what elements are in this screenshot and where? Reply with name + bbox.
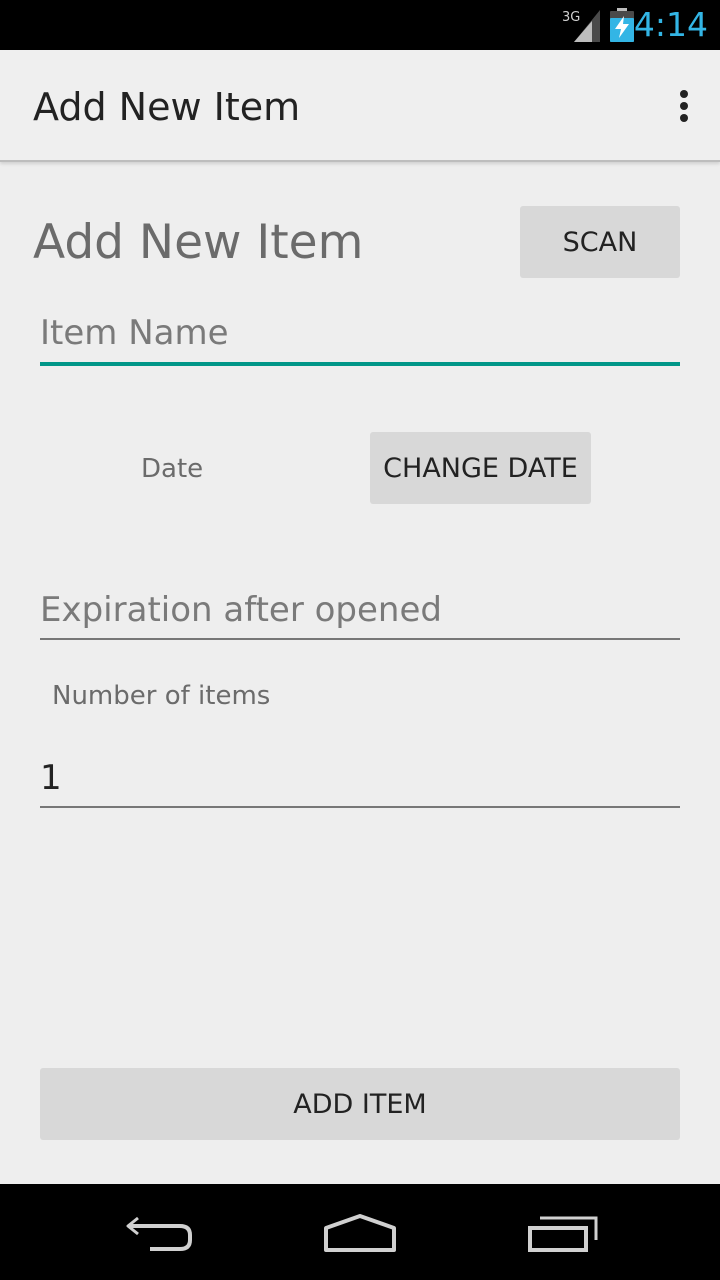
add-item-button[interactable]: ADD ITEM xyxy=(40,1068,680,1140)
system-nav-bar xyxy=(0,1184,720,1280)
item-count-label: Number of items xyxy=(52,681,271,711)
scan-button[interactable]: SCAN xyxy=(520,206,680,278)
change-date-button[interactable]: CHANGE DATE xyxy=(370,432,591,504)
back-icon[interactable] xyxy=(120,1204,200,1260)
action-bar-title: Add New Item xyxy=(33,85,301,129)
expiration-input[interactable] xyxy=(40,588,680,640)
recents-icon[interactable] xyxy=(522,1204,602,1260)
network-type-label: 3G xyxy=(562,10,580,25)
overflow-menu-icon[interactable] xyxy=(664,84,704,128)
page-title: Add New Item xyxy=(33,215,364,270)
battery-charging-icon xyxy=(610,8,634,42)
signal-icon: 3G xyxy=(562,10,600,42)
item-count-input[interactable] xyxy=(40,756,680,808)
status-bar: 3G 4:14 xyxy=(0,0,720,50)
status-clock: 4:14 xyxy=(633,5,708,44)
home-icon[interactable] xyxy=(320,1204,400,1260)
action-bar: Add New Item xyxy=(0,50,720,162)
date-label: Date xyxy=(141,454,204,484)
item-name-input[interactable] xyxy=(40,310,680,366)
